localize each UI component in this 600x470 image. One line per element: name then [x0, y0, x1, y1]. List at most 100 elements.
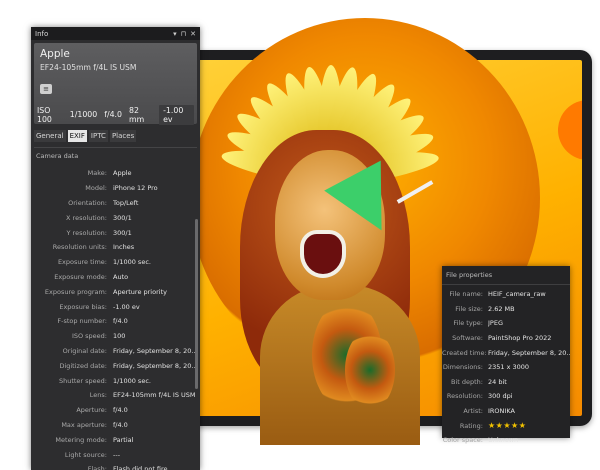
table-row: Artist: IRONIKA: [442, 404, 570, 419]
row-label: Created time:: [442, 348, 487, 357]
table-row: Software: PaintShop Pro 2022: [442, 331, 570, 346]
details-toggle-button[interactable]: ≡: [40, 84, 52, 94]
row-value: PaintShop Pro 2022: [488, 334, 552, 343]
camera-make: Apple: [40, 48, 70, 60]
scrollbar[interactable]: [195, 219, 198, 389]
row-value: f/4.0: [113, 317, 128, 326]
row-value: Top/Left: [113, 198, 139, 207]
row-label: Lens:: [89, 391, 107, 400]
table-row: Make: Apple: [31, 166, 200, 181]
row-value: EF24-105mm f/4L IS USM: [113, 391, 196, 400]
tab-exif[interactable]: EXIF: [67, 130, 87, 142]
row-value: JPEG: [488, 319, 503, 328]
row-label: Digitized date:: [59, 361, 107, 370]
table-row: Model: iPhone 12 Pro: [31, 181, 200, 196]
row-label: Aperture:: [76, 406, 107, 415]
row-value: f/4.0: [113, 406, 128, 415]
section-title: Camera data: [36, 152, 79, 160]
row-label: Exposure bias:: [59, 302, 107, 311]
table-row: Original date: Friday, September 8, 20...: [31, 344, 200, 359]
rating-stars[interactable]: ★★★★★: [488, 421, 570, 430]
pin-icon[interactable]: ⊓: [181, 30, 186, 38]
row-value: 100: [113, 332, 126, 341]
row-label: F-stop number:: [57, 317, 107, 326]
row-label: Exposure time:: [57, 258, 107, 267]
row-value: -1.00 ev: [113, 302, 140, 311]
row-value: 1/1000 sec.: [113, 376, 151, 385]
aperture-value: f/4.0: [104, 110, 122, 119]
table-row: Exposure mode: Auto: [31, 270, 200, 285]
row-value: iPhone 12 Pro: [113, 184, 158, 193]
table-row: F-stop number: f/4.0: [31, 314, 200, 329]
table-row: File type: JPEG: [442, 316, 570, 331]
table-row: Exposure program: Aperture priority: [31, 284, 200, 299]
table-row: ISO speed: 100: [31, 329, 200, 344]
row-label: ISO speed:: [71, 332, 107, 341]
divider: [442, 284, 570, 285]
file-properties-table: File name: HEIF_camera_raw File size: 2.62 …: [442, 287, 570, 448]
close-icon[interactable]: ✕: [190, 30, 196, 38]
table-row: Bit depth: 24 bit: [442, 375, 570, 390]
orange-sun-shape: [558, 100, 582, 160]
row-label: File type:: [453, 319, 483, 328]
row-value: Aperture priority: [113, 287, 167, 296]
row-label: Original date:: [62, 346, 107, 355]
row-value: Friday, September 8, 20...: [488, 348, 570, 357]
tab-iptc[interactable]: IPTC: [88, 130, 108, 142]
row-label: Y resolution:: [66, 228, 108, 237]
file-properties-panel: File properties File name: HEIF_camera_ra…: [442, 266, 570, 444]
row-label: Exposure program:: [44, 287, 107, 296]
exposure-summary: ISO 100 1/1000 f/4.0 82 mm -1.00 ev: [34, 104, 197, 125]
row-label: Rating:: [459, 421, 483, 430]
camera-summary-card: Apple EF24-105mm f/4L IS USM ≡ ISO 100 1…: [34, 43, 197, 125]
row-label: Metering mode:: [55, 435, 107, 444]
peacock-feather: [345, 330, 395, 410]
table-row: Lens: EF24-105mm f/4L IS USM: [31, 388, 200, 403]
row-value: 1/1000 sec.: [113, 258, 151, 267]
table-row: Digitized date: Friday, September 8, 20..…: [31, 358, 200, 373]
row-label: Shutter speed:: [58, 376, 107, 385]
table-row: File size: 2.62 MB: [442, 302, 570, 317]
info-panel: Info ▾ ⊓ ✕ Apple EF24-105mm f/4L IS USM …: [31, 27, 200, 470]
row-label: Orientation:: [68, 198, 107, 207]
collapse-icon[interactable]: ▾: [173, 30, 177, 38]
shutter-value: 1/1000: [69, 110, 98, 119]
row-value: Partial: [113, 435, 134, 444]
row-label: X resolution:: [66, 213, 107, 222]
row-label: Exposure mode:: [54, 272, 107, 281]
row-label: Software:: [452, 334, 483, 343]
row-value: Auto: [113, 272, 129, 281]
row-label: Color space:: [442, 436, 483, 445]
row-value: 300 dpi: [488, 392, 513, 401]
table-row: Y resolution: 300/1: [31, 225, 200, 240]
info-panel-title: Info: [35, 29, 49, 38]
camera-lens: EF24-105mm f/4L IS USM: [40, 63, 137, 72]
iso-value: ISO 100: [37, 105, 52, 124]
row-label: File name:: [449, 290, 483, 299]
row-label: Bit depth:: [451, 377, 483, 386]
row-label: Resolution:: [446, 392, 483, 401]
row-label: Max aperture:: [61, 420, 107, 429]
row-label: Make:: [87, 169, 107, 178]
row-value: 24 bit: [488, 377, 507, 386]
table-row: Created time: Friday, September 8, 20...: [442, 345, 570, 360]
table-row: Flash: Flash did not fire: [31, 462, 200, 470]
table-row: Color space: Unknown: [442, 433, 570, 448]
table-row: Metering mode: Partial: [31, 432, 200, 447]
row-label: Dimensions:: [442, 363, 483, 372]
table-row: Exposure time: 1/1000 sec.: [31, 255, 200, 270]
table-row: Rating: ★★★★★: [442, 418, 570, 433]
row-value: 300/1: [113, 228, 132, 237]
table-row: Light source: ---: [31, 447, 200, 462]
row-value: Friday, September 8, 20...: [113, 346, 198, 355]
tab-places[interactable]: Places: [109, 130, 137, 142]
tab-general[interactable]: General: [34, 130, 66, 142]
table-row: Orientation: Top/Left: [31, 196, 200, 211]
row-value: 2351 x 3000: [488, 363, 530, 372]
row-label: Artist:: [463, 407, 483, 416]
row-value: Apple: [113, 169, 132, 178]
row-value: 300/1: [113, 213, 132, 222]
row-value: 2.62 MB: [488, 304, 515, 313]
table-row: Aperture: f/4.0: [31, 403, 200, 418]
exposure-bias-value: -1.00 ev: [159, 104, 194, 125]
